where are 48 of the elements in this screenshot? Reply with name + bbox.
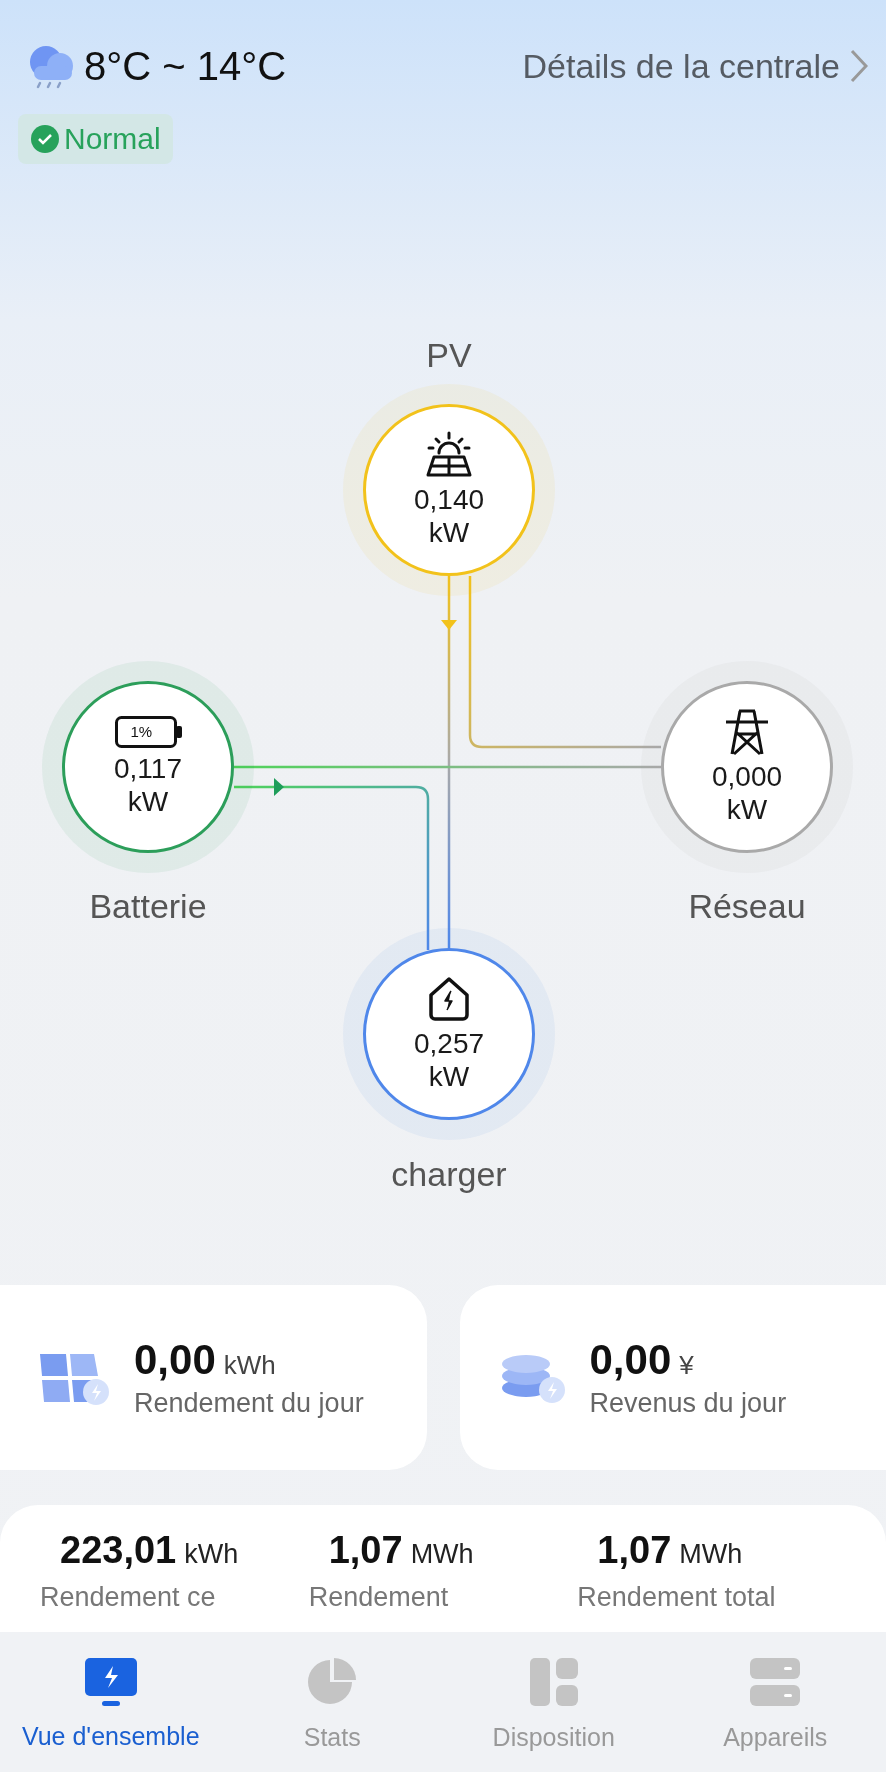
battery-percent: 1% <box>130 724 153 739</box>
summary-card[interactable]: 0,00 kWh Rendement du jour <box>0 1285 427 1470</box>
total-value: 223,01 <box>60 1528 177 1573</box>
node-unit: kW <box>726 794 768 826</box>
summary-label: Rendement du jour <box>134 1386 364 1420</box>
summary-value: 0,00 <box>589 1334 672 1385</box>
node-unit: kW <box>428 517 470 549</box>
total-label: Rendement <box>308 1580 450 1614</box>
summary-label: Revenus du jour <box>589 1386 787 1420</box>
total-value: 1,07 <box>328 1528 403 1573</box>
flow-node[interactable]: 0,000 kW <box>661 681 833 853</box>
flow-node[interactable]: 0,140 kW <box>363 404 535 576</box>
node-label: Batterie <box>88 886 208 926</box>
total-unit: MWh <box>410 1538 474 1571</box>
total-label: Rendement ce <box>40 1580 217 1614</box>
node-value: 0,140 <box>413 483 485 517</box>
total-label: Rendement total <box>577 1580 777 1614</box>
nav-label: Vue d'ensemble <box>21 1721 200 1751</box>
node-value: 0,257 <box>413 1027 485 1061</box>
flow-node[interactable]: 0,257 kW <box>363 948 535 1120</box>
nav-label: Stats <box>303 1722 361 1752</box>
summary-unit: ¥ <box>679 1348 694 1382</box>
check-circle-icon <box>30 124 60 154</box>
monitor-bolt-icon <box>83 1657 138 1707</box>
total-unit: kWh <box>184 1538 239 1571</box>
node-unit: kW <box>127 786 169 818</box>
total-unit: MWh <box>679 1538 743 1571</box>
summary-unit: kWh <box>223 1348 276 1382</box>
nav-label: Appareils <box>723 1722 828 1752</box>
node-label: Réseau <box>687 886 807 926</box>
battery-icon <box>114 716 182 748</box>
plant-details-link[interactable]: Détails de la centrale <box>522 46 868 86</box>
nav-label: Disposition <box>492 1722 615 1752</box>
node-label: PV <box>425 335 473 375</box>
server-icon <box>748 1656 803 1708</box>
layout-grid-icon <box>527 1656 580 1708</box>
summary-value: 0,00 <box>134 1334 216 1385</box>
node-value: 0,117 <box>114 752 182 786</box>
node-unit: kW <box>428 1061 470 1093</box>
flow-node[interactable]: 1% 0,117 kW <box>62 681 234 853</box>
total-value: 1,07 <box>597 1528 672 1573</box>
status-text: Normal <box>64 122 161 156</box>
summary-card[interactable]: 0,00 ¥ Revenus du jour <box>459 1285 886 1470</box>
node-value: 0,000 <box>711 760 783 794</box>
chevron-right-icon <box>850 49 868 83</box>
nav-tab[interactable]: Vue d'ensemble <box>0 1632 222 1772</box>
temperature-range: 8°C ~ 14°C <box>84 43 287 90</box>
node-label: charger <box>390 1154 508 1194</box>
